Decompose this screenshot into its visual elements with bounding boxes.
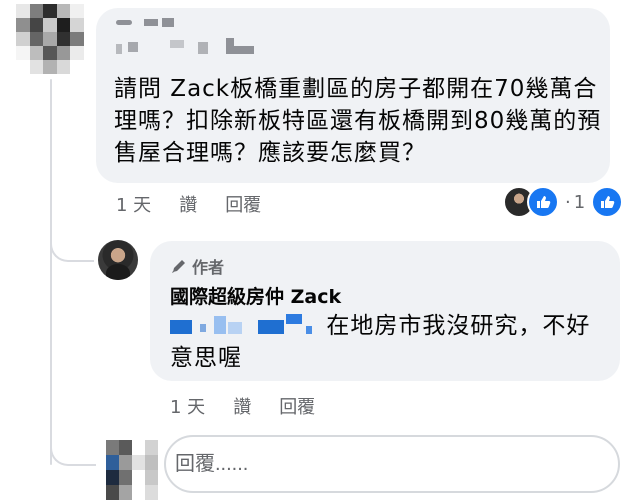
mention-redacted	[170, 314, 318, 336]
comment-time[interactable]: 1 天	[116, 191, 151, 217]
reply-time[interactable]: 1 天	[170, 393, 205, 419]
thread-line	[50, 79, 52, 465]
commenter-avatar[interactable]	[16, 4, 84, 74]
reaction-separator: ·	[565, 191, 571, 213]
reply-input[interactable]	[164, 435, 620, 493]
reactions[interactable]: · 1	[503, 186, 624, 218]
thumbs-up-icon	[591, 186, 624, 218]
current-user-avatar	[106, 440, 158, 500]
reply-actions: 1 天 讚 回覆	[170, 393, 315, 419]
comment-actions: 1 天 讚 回覆	[116, 191, 261, 217]
pencil-icon	[172, 260, 185, 273]
thumbs-up-icon	[527, 186, 559, 218]
author-name[interactable]: 國際超級房仲 Zack	[170, 282, 341, 309]
author-badge: 作者	[170, 254, 224, 278]
author-badge-label: 作者	[192, 258, 225, 277]
commenter-name-redacted	[114, 18, 264, 54]
like-button[interactable]: 讚	[179, 191, 197, 217]
thread-branch-reply-box	[50, 428, 96, 466]
thread-branch-author	[50, 222, 94, 262]
reply-like-button[interactable]: 讚	[233, 393, 251, 419]
comment-text: 請問 Zack板橋重劃區的房子都開在70幾萬合理嗎？扣除新板特區還有板橋開到80…	[114, 76, 602, 166]
reaction-count: 1	[573, 191, 586, 213]
reply-reply-button[interactable]: 回覆	[279, 393, 315, 419]
author-avatar[interactable]	[98, 240, 138, 280]
reply-text-wrapper: 在地房市我沒研究，不好意思喔	[170, 310, 610, 374]
reply-button[interactable]: 回覆	[225, 191, 261, 217]
